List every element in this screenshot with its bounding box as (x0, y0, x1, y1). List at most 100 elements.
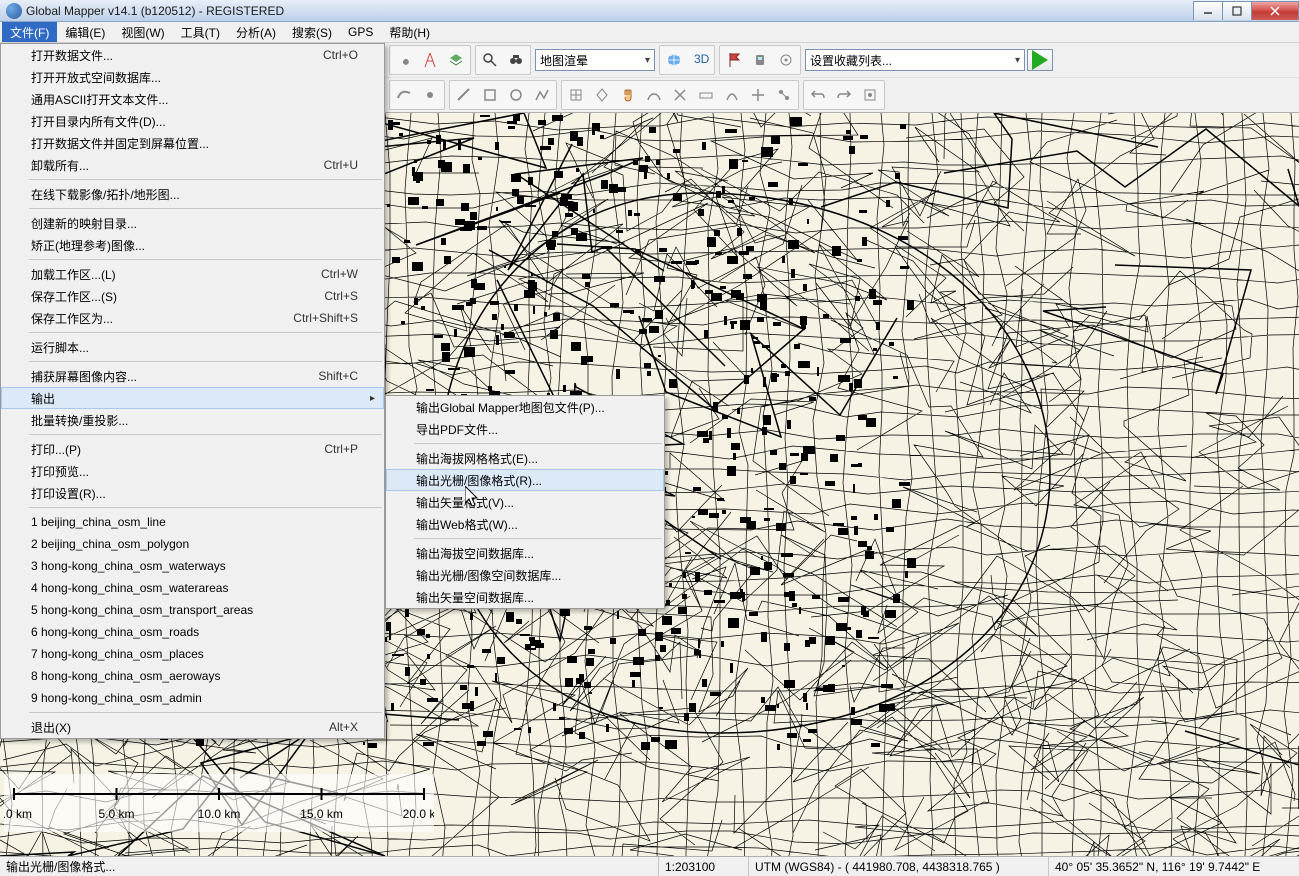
file-menu-item-20[interactable]: 批量转换/重投影... (1, 409, 384, 431)
tool-digitize-icon[interactable] (391, 82, 417, 108)
menu-view[interactable]: 视图(W) (113, 22, 172, 42)
toolbar-btn-find-icon[interactable] (477, 47, 503, 73)
tool-edit2-icon[interactable] (589, 82, 615, 108)
export-submenu-sep-2 (414, 443, 662, 444)
file-menu-label: 打开数据文件... (31, 47, 295, 64)
file-menu-label: 8 hong-kong_china_osm_aeroways (31, 669, 358, 683)
tool-edit8-icon[interactable] (771, 82, 797, 108)
export-submenu-item-10[interactable]: 输出矢量空间数据库... (386, 586, 664, 608)
file-menu-accel: Ctrl+S (324, 289, 358, 303)
minimize-button[interactable] (1193, 1, 1223, 20)
toolbar-btn-tower-icon[interactable] (417, 47, 443, 73)
file-menu-label: 通用ASCII打开文本文件... (31, 91, 358, 108)
menu-gps[interactable]: GPS (340, 22, 381, 42)
toolbar-btn-target-icon[interactable] (773, 47, 799, 73)
toolbar-btn-gps-icon[interactable] (747, 47, 773, 73)
toolbar-btn-flag-icon[interactable] (721, 47, 747, 73)
file-menu-item-1[interactable]: 打开开放式空间数据库... (1, 66, 384, 88)
file-menu-item-31[interactable]: 6 hong-kong_china_osm_roads (1, 621, 384, 643)
export-submenu-item-3[interactable]: 输出海拔网格格式(E)... (386, 447, 664, 469)
file-menu-label: 9 hong-kong_china_osm_admin (31, 691, 358, 705)
close-button[interactable] (1251, 1, 1299, 20)
file-menu-label: 批量转换/重投影... (31, 412, 358, 429)
export-submenu-item-8[interactable]: 输出海拔空间数据库... (386, 542, 664, 564)
file-menu-item-5[interactable]: 卸载所有...Ctrl+U (1, 154, 384, 176)
toolbar-row2-group-3 (561, 80, 799, 110)
shader-combo[interactable]: 地图渲晕 (535, 49, 655, 71)
export-submenu-item-0[interactable]: 输出Global Mapper地图包文件(P)... (386, 396, 664, 418)
menu-tools[interactable]: 工具(T) (173, 22, 228, 42)
tool-edit5-icon[interactable] (693, 82, 719, 108)
menu-edit[interactable]: 编辑(E) (57, 22, 113, 42)
tool-draw4-icon[interactable] (529, 82, 555, 108)
file-menu-item-19[interactable]: 输出 (1, 387, 384, 409)
tool-edit7-icon[interactable] (745, 82, 771, 108)
tool-draw2-icon[interactable] (477, 82, 503, 108)
tool-draw3-icon[interactable] (503, 82, 529, 108)
tool-prefs-icon[interactable] (857, 82, 883, 108)
toolbar-group-2 (475, 45, 531, 75)
export-submenu-item-9[interactable]: 输出光栅/图像空间数据库... (386, 564, 664, 586)
menu-search[interactable]: 搜索(S) (284, 22, 340, 42)
file-menu-item-26[interactable]: 1 beijing_china_osm_line (1, 511, 384, 533)
play-button[interactable] (1027, 49, 1053, 71)
file-menu-item-34[interactable]: 9 hong-kong_china_osm_admin (1, 687, 384, 709)
file-menu-item-12[interactable]: 加载工作区...(L)Ctrl+W (1, 263, 384, 285)
export-submenu-item-6[interactable]: 输出Web格式(W)... (386, 513, 664, 535)
file-menu-label: 打开开放式空间数据库... (31, 69, 358, 86)
export-submenu-label: 输出光栅/图像空间数据库... (416, 567, 638, 584)
file-menu-accel: Ctrl+U (324, 158, 358, 172)
file-menu-item-33[interactable]: 8 hong-kong_china_osm_aeroways (1, 665, 384, 687)
file-menu-item-14[interactable]: 保存工作区为...Ctrl+Shift+S (1, 307, 384, 329)
toolbar-group-4 (719, 45, 801, 75)
toolbar-btn-binoculars-icon[interactable] (503, 47, 529, 73)
export-submenu-label: 输出海拔空间数据库... (416, 545, 638, 562)
file-menu-item-36[interactable]: 退出(X)Alt+X (1, 716, 384, 738)
export-submenu-item-4[interactable]: 输出光栅/图像格式(R)... (386, 469, 664, 491)
file-menu-item-2[interactable]: 通用ASCII打开文本文件... (1, 88, 384, 110)
file-menu-label: 打印设置(R)... (31, 485, 358, 502)
file-menu-item-10[interactable]: 矫正(地理参考)图像... (1, 234, 384, 256)
export-submenu: 输出Global Mapper地图包文件(P)... 导出PDF文件... 输出海拔… (385, 395, 665, 609)
file-menu-item-3[interactable]: 打开目录内所有文件(D)... (1, 110, 384, 132)
export-submenu-item-5[interactable]: 输出矢量格式(V)... (386, 491, 664, 513)
tool-hand-icon[interactable] (615, 82, 641, 108)
file-menu-item-29[interactable]: 4 hong-kong_china_osm_waterareas (1, 577, 384, 599)
file-menu-item-18[interactable]: 捕获屏幕图像内容...Shift+C (1, 365, 384, 387)
file-menu-item-23[interactable]: 打印预览... (1, 460, 384, 482)
file-menu-item-28[interactable]: 3 hong-kong_china_osm_waterways (1, 555, 384, 577)
menu-file[interactable]: 文件(F) (2, 22, 57, 42)
file-menu-item-13[interactable]: 保存工作区...(S) Ctrl+S (1, 285, 384, 307)
file-menu-item-32[interactable]: 7 hong-kong_china_osm_places (1, 643, 384, 665)
tool-edit6-icon[interactable] (719, 82, 745, 108)
tool-draw1-icon[interactable] (451, 82, 477, 108)
tool-point-icon[interactable] (417, 82, 443, 108)
file-menu-item-9[interactable]: 创建新的映射目录... (1, 212, 384, 234)
maximize-button[interactable] (1222, 1, 1252, 20)
toolbar-btn-layers-icon[interactable] (443, 47, 469, 73)
toolbar-btn-wrench-icon[interactable] (391, 47, 417, 73)
toolbar-row2-group-2 (449, 80, 557, 110)
file-menu-item-0[interactable]: 打开数据文件...Ctrl+O (1, 44, 384, 66)
file-menu-item-24[interactable]: 打印设置(R)... (1, 482, 384, 504)
menu-analysis[interactable]: 分析(A) (228, 22, 284, 42)
file-menu-item-30[interactable]: 5 hong-kong_china_osm_transport_areas (1, 599, 384, 621)
menu-help[interactable]: 帮助(H) (381, 22, 438, 42)
tool-undo-icon[interactable] (805, 82, 831, 108)
file-menu-item-27[interactable]: 2 beijing_china_osm_polygon (1, 533, 384, 555)
file-menu-item-4[interactable]: 打开数据文件并固定到屏幕位置... (1, 132, 384, 154)
export-submenu-item-1[interactable]: 导出PDF文件... (386, 418, 664, 440)
favorites-combo[interactable]: 设置收藏列表... (805, 49, 1025, 71)
file-menu-item-16[interactable]: 运行脚本... (1, 336, 384, 358)
file-menu-label: 保存工作区...(S) (31, 288, 296, 305)
tool-redo-icon[interactable] (831, 82, 857, 108)
tool-edit3-icon[interactable] (641, 82, 667, 108)
toolbar-btn-3d-icon[interactable]: 3D (687, 47, 713, 73)
tool-edit4-icon[interactable] (667, 82, 693, 108)
file-menu-item-22[interactable]: 打印...(P)Ctrl+P (1, 438, 384, 460)
toolbar-btn-globe-icon[interactable] (661, 47, 687, 73)
file-menu-sep-21 (29, 434, 382, 435)
tool-edit1-icon[interactable] (563, 82, 589, 108)
export-submenu-label: 输出Global Mapper地图包文件(P)... (416, 399, 638, 416)
file-menu-item-7[interactable]: 在线下载影像/拓扑/地形图... (1, 183, 384, 205)
